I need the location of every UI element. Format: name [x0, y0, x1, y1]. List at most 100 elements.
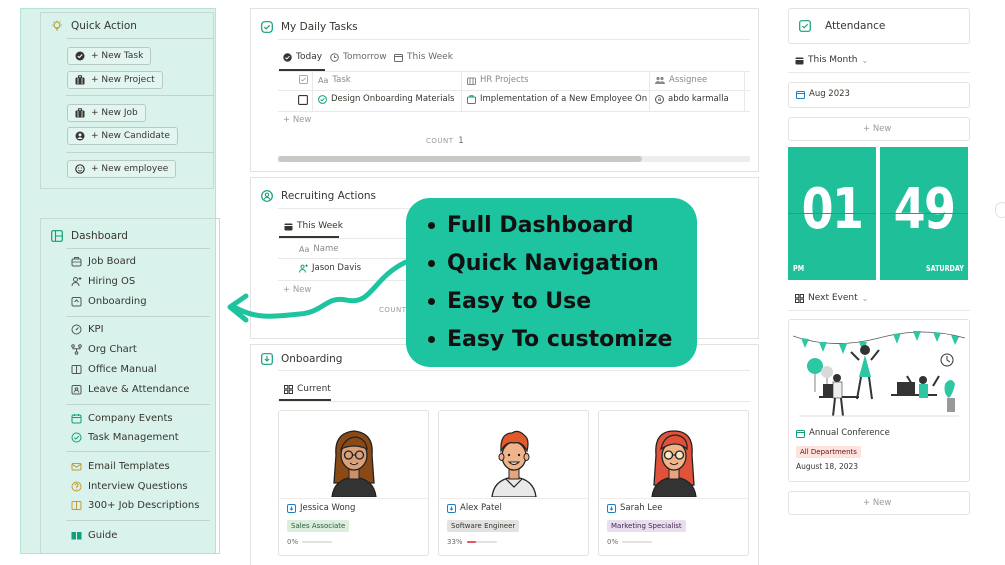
clock-minutes: 49: [893, 177, 956, 242]
bullet-dot: [428, 222, 435, 229]
dashboard-header[interactable]: Dashboard: [51, 230, 128, 242]
sidebar-item-interview-questions[interactable]: Interview Questions: [71, 481, 188, 492]
sidebar-item-label: Leave & Attendance: [88, 384, 190, 395]
divider: [66, 38, 214, 39]
recruiting-header: Recruiting Actions: [261, 190, 376, 202]
sidebar-item-label: Company Events: [88, 413, 173, 424]
progress-bar: [622, 541, 653, 543]
new-job-button[interactable]: + New Job: [67, 104, 146, 122]
onboarding-person-card[interactable]: Alex Patel Software Engineer 33%: [438, 410, 589, 556]
clock-day: SATURDAY: [926, 264, 964, 273]
sidebar-item-company-events[interactable]: Company Events: [71, 413, 173, 424]
select-all-checkbox[interactable]: [299, 75, 308, 84]
column-header-assignee[interactable]: Assignee: [655, 75, 707, 85]
filter-label: This Month: [808, 55, 858, 65]
calendar-icon: [394, 53, 403, 62]
sidebar-item-office-manual[interactable]: Office Manual: [71, 364, 157, 375]
clock-minutes-panel: 49 SATURDAY: [880, 147, 968, 280]
divider: [278, 370, 750, 371]
column-label: Task: [332, 75, 351, 85]
role-tag: Software Engineer: [447, 520, 520, 532]
avatar: [644, 425, 704, 497]
flip-divider: [788, 213, 876, 214]
new-attendance-button[interactable]: + New: [788, 117, 970, 141]
briefcase-icon: [75, 108, 85, 118]
column-label: Assignee: [669, 75, 708, 85]
new-candidate-label: + New Candidate: [91, 131, 170, 141]
new-label: New: [292, 115, 312, 125]
department-tag: All Departments: [796, 446, 861, 458]
text-type-icon: Aa: [318, 75, 329, 85]
relation-icon: [467, 76, 476, 85]
gallery-icon: [284, 384, 293, 394]
daily-tasks-card: My Daily Tasks Today Tomorrow This Week …: [250, 8, 759, 172]
tab-today[interactable]: Today: [283, 52, 322, 62]
sidebar-item-email-templates[interactable]: Email Templates: [71, 461, 170, 472]
new-project-button[interactable]: + New Project: [67, 71, 163, 89]
book-icon: [71, 500, 82, 511]
month-label: Aug 2023: [809, 89, 850, 99]
sidebar-item-leave-attendance[interactable]: Leave & Attendance: [71, 384, 189, 395]
event-card[interactable]: Annual Conference All Departments August…: [788, 319, 970, 482]
sidebar-item-task-management[interactable]: Task Management: [71, 432, 179, 443]
assignee-cell[interactable]: a abdo karmalla: [655, 94, 743, 104]
bullet-dot: [428, 260, 435, 267]
column-divider: [461, 71, 462, 111]
sidebar-item-kpi[interactable]: KPI: [71, 324, 104, 335]
new-event-button[interactable]: + New: [788, 491, 970, 515]
sidebar-item-guide[interactable]: Guide: [71, 530, 117, 541]
check-circle-icon: [75, 51, 85, 61]
this-month-filter[interactable]: This Month ⌄: [795, 55, 868, 65]
gallery-icon: [795, 293, 804, 303]
sidebar-item-hiring-os[interactable]: Hiring OS: [71, 276, 135, 287]
avatar: [324, 425, 384, 497]
month-cell: Aug 2023: [796, 89, 850, 99]
sidebar-item-job-descriptions[interactable]: 300+ Job Descriptions: [71, 500, 199, 511]
progress-text: 0%: [287, 538, 299, 546]
calendar-icon: [796, 90, 805, 99]
daily-tasks-header: My Daily Tasks: [261, 21, 358, 33]
dashboard-panel: Dashboard Job Board Hiring OS Onboarding…: [40, 218, 220, 554]
scroll-right-handle[interactable]: [995, 202, 1005, 218]
horizontal-scrollbar-thumb[interactable]: [278, 156, 642, 162]
project-cell[interactable]: Implementation of a New Employee Onboa: [467, 94, 647, 104]
divider: [279, 498, 428, 499]
tab-label: Today: [296, 52, 323, 62]
daily-tasks-title: My Daily Tasks: [281, 21, 358, 33]
person-name: Jessica Wong: [287, 503, 355, 513]
person-circle-icon: [75, 131, 85, 141]
job-board-icon: [71, 256, 82, 267]
briefcase-icon: [75, 75, 85, 85]
new-employee-button[interactable]: + New employee: [67, 160, 177, 178]
divider: [66, 451, 210, 452]
feature-bullet: Easy to Use: [428, 289, 591, 314]
onboarding-person-card[interactable]: Sarah Lee Marketing Specialist 0%: [598, 410, 749, 556]
party-illustration: [793, 324, 965, 424]
new-candidate-button[interactable]: + New Candidate: [67, 127, 178, 145]
sidebar-item-org-chart[interactable]: Org Chart: [71, 344, 137, 355]
progress-text: 33%: [447, 538, 463, 546]
onboarding-person-card[interactable]: Jessica Wong Sales Associate 0%: [278, 410, 429, 556]
task-cell[interactable]: Design Onboarding Materials: [318, 94, 458, 104]
bullet-dot: [428, 298, 435, 305]
row-checkbox[interactable]: [298, 95, 308, 105]
clock-hours: 01: [801, 177, 864, 242]
column-header-hr-projects[interactable]: HR Projects: [467, 75, 529, 85]
tab-label: Current: [297, 384, 331, 394]
tab-this-week[interactable]: This Week: [394, 52, 453, 62]
feature-text: Full Dashboard: [447, 213, 634, 238]
progress-bar: [466, 541, 497, 543]
column-header-task[interactable]: Aa Task: [318, 75, 351, 85]
month-row[interactable]: Aug 2023: [788, 82, 970, 108]
sidebar-item-onboarding[interactable]: Onboarding: [71, 296, 147, 307]
tab-this-week[interactable]: This Week: [284, 221, 343, 231]
next-event-tab[interactable]: Next Event ⌄: [795, 293, 868, 303]
tab-current[interactable]: Current: [284, 384, 331, 394]
chevron-down-icon: ⌄: [861, 293, 869, 303]
sidebar-item-job-board[interactable]: Job Board: [71, 256, 136, 267]
divider: [66, 404, 210, 405]
new-task-button[interactable]: + New Task: [67, 47, 152, 65]
tab-tomorrow[interactable]: Tomorrow: [330, 52, 387, 62]
new-task-row-button[interactable]: + New: [283, 115, 311, 125]
progress: 33%: [447, 538, 497, 546]
